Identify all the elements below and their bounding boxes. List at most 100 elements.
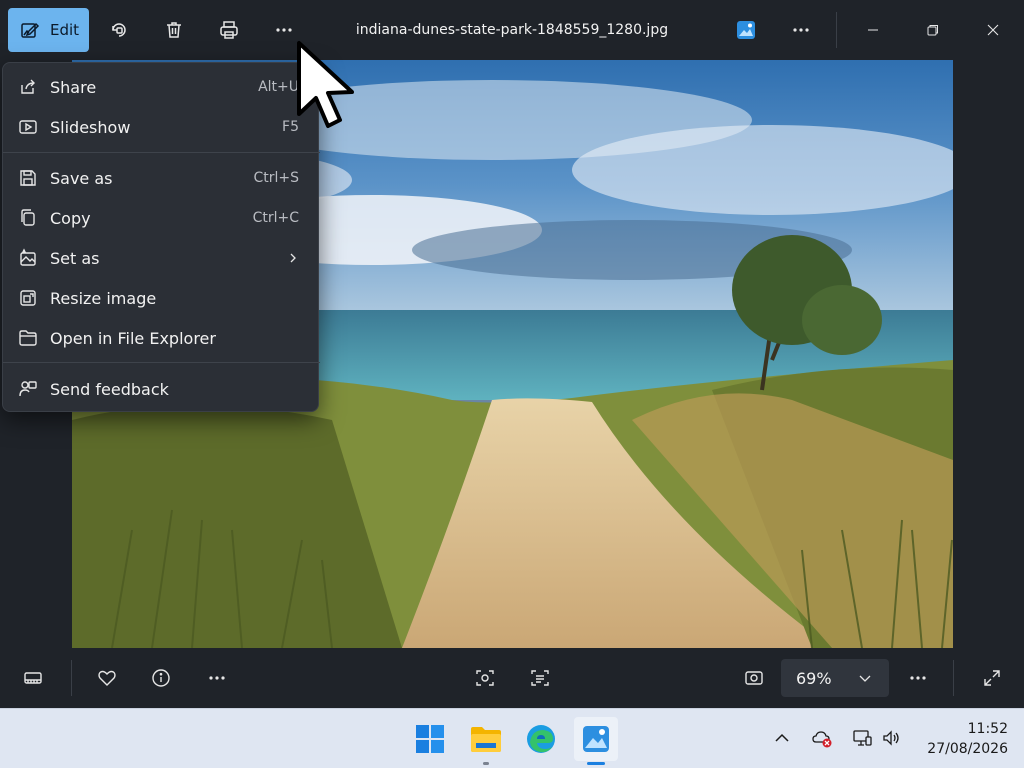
filmstrip-button[interactable] [19,664,47,692]
photos-taskbar-button[interactable] [574,717,618,765]
windows-start-icon [416,725,444,753]
photos-app-button[interactable] [730,14,762,46]
filmstrip-icon [24,672,42,684]
more-icon [793,28,809,32]
feedback-icon [17,378,39,400]
favorite-icon [98,670,116,686]
more-icon [209,676,225,680]
close-button[interactable] [963,0,1023,60]
bottom-more-button-2[interactable] [904,664,932,692]
menu-item-share[interactable]: Share Alt+U [3,67,320,107]
menu-separator [3,152,320,153]
zoom-dropdown[interactable]: 69% [781,659,889,697]
restore-icon [927,25,938,36]
text-scan-icon [531,670,549,686]
delete-button[interactable] [158,14,190,46]
fit-to-window-button[interactable] [740,664,768,692]
bottom-toolbar: 69% [0,648,1024,708]
photos-icon [583,726,609,752]
fit-icon [745,671,763,685]
more-options-menu: Share Alt+U Slideshow F5 Save as Ctrl+S … [2,62,320,412]
minimize-button[interactable] [843,0,903,60]
menu-item-label: Save as [50,168,113,188]
photos-app-icon [737,21,755,39]
edit-label: Edit [50,21,80,39]
delete-icon [167,22,181,38]
print-icon [220,21,238,39]
menu-item-label: Set as [50,248,100,268]
active-indicator [587,762,605,765]
info-button[interactable] [147,664,175,692]
rotate-icon [112,23,126,37]
onedrive-tray-button[interactable] [809,725,835,751]
menu-item-save-as[interactable]: Save as Ctrl+S [3,158,320,198]
menu-item-shortcut: Ctrl+S [253,170,299,186]
volume-icon [883,730,899,746]
bottom-more-button[interactable] [203,664,231,692]
info-icon [152,669,170,687]
menu-item-open-in-file-explorer[interactable]: Open in File Explorer [3,318,320,358]
menu-separator [3,362,320,363]
edge-icon [527,725,555,753]
menu-item-set-as[interactable]: Set as [3,238,320,278]
menu-item-copy[interactable]: Copy Ctrl+C [3,198,320,238]
bottombar-divider [953,660,954,696]
menu-item-shortcut: Alt+U [258,79,299,95]
bottombar-divider [71,660,72,696]
slideshow-icon [17,116,39,138]
menu-item-slideshow[interactable]: Slideshow F5 [3,107,320,147]
show-hidden-icons-button[interactable] [769,725,795,751]
favorite-button[interactable] [93,664,121,692]
zoom-value: 69% [796,668,832,688]
menu-item-send-feedback[interactable]: Send feedback [3,369,320,409]
mouse-cursor-icon [297,41,354,128]
rotate-button[interactable] [103,14,135,46]
file-title: indiana-dunes-state-park-1848559_1280.jp… [355,22,669,38]
edit-icon [21,22,40,38]
menu-item-resize-image[interactable]: Resize image [3,278,320,318]
edge-taskbar-button[interactable] [519,717,563,761]
menu-item-label: Copy [50,208,91,228]
toolbar-divider [836,12,837,48]
menu-item-shortcut: Ctrl+C [252,210,299,226]
system-clock[interactable]: 11:52 27/08/2026 [918,719,1008,759]
save-icon [17,167,39,189]
chevron-down-icon [859,675,871,682]
taskbar: 11:52 27/08/2026 [0,708,1024,768]
share-icon [17,76,39,98]
menu-item-label: Resize image [50,288,157,308]
copy-icon [17,207,39,229]
chevron-right-icon [290,253,296,263]
fullscreen-icon [984,670,1000,686]
close-icon [987,24,999,36]
running-indicator [483,762,489,765]
volume-tray-button[interactable] [879,725,905,751]
menu-item-label: Share [50,77,97,97]
network-icon [853,730,872,746]
file-explorer-taskbar-button[interactable] [464,717,508,765]
resize-icon [17,287,39,309]
onedrive-error-icon [812,731,832,748]
edit-button[interactable]: Edit [8,8,89,52]
visual-search-button[interactable] [471,664,499,692]
fullscreen-button[interactable] [978,664,1006,692]
folder-icon [17,327,39,349]
file-explorer-icon [471,727,501,752]
show-hidden-icon [775,733,789,742]
print-button[interactable] [213,14,245,46]
menu-item-label: Slideshow [50,117,131,137]
set-as-icon [17,247,39,269]
visual-search-icon [476,670,494,686]
window-more-button[interactable] [785,14,817,46]
menu-item-label: Send feedback [50,379,169,399]
network-tray-button[interactable] [849,725,875,751]
more-icon [910,676,926,680]
text-scan-button[interactable] [526,664,554,692]
clock-time: 11:52 [967,721,1008,737]
more-icon [276,28,292,32]
start-button[interactable] [408,717,452,761]
top-toolbar: Edit indiana-dunes-state-park-1848559_12… [0,0,1024,60]
restore-button[interactable] [903,0,963,60]
menu-item-label: Open in File Explorer [50,328,216,348]
clock-date: 27/08/2026 [927,741,1008,757]
